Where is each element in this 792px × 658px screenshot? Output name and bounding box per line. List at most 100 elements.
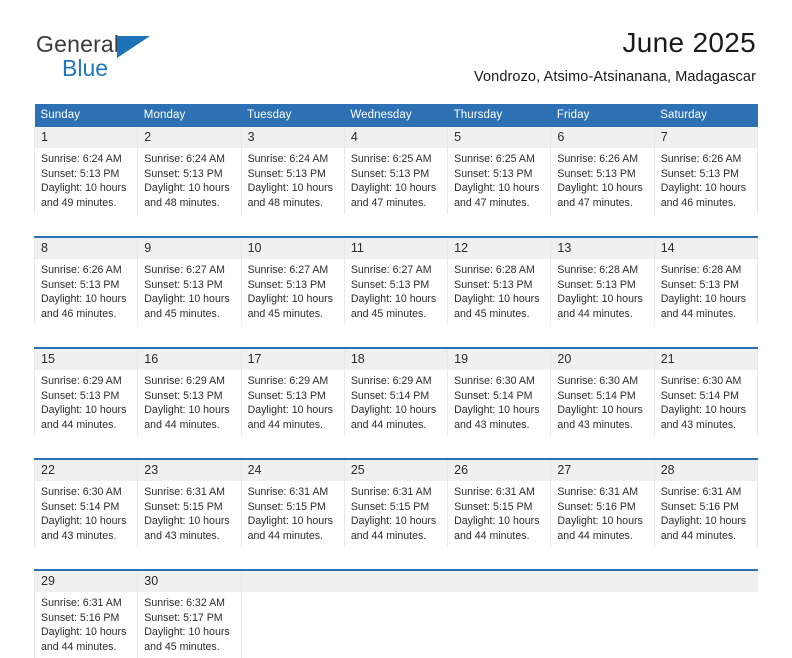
day-number: 22 [35, 460, 138, 481]
sunset-time: Sunset: 5:13 PM [454, 278, 533, 291]
day-details: Sunrise: 6:25 AM Sunset: 5:13 PM Daylight:… [345, 148, 447, 214]
day-number: 15 [35, 349, 138, 370]
calendar-day-cell[interactable]: 1 Sunrise: 6:24 AM Sunset: 5:13 PM Daylight… [33, 127, 139, 214]
week-spacer-cell [34, 214, 758, 237]
day-number: 9 [138, 238, 241, 259]
day-number: 1 [35, 127, 138, 148]
calendar-day-cell[interactable]: 14 Sunrise: 6:28 AM Sunset: 5:13 PM Dayligh… [653, 236, 759, 325]
daylight-duration-line1: Daylight: 10 hours [350, 404, 437, 417]
page-title: June 2025 [622, 27, 756, 58]
calendar-day-cell[interactable]: 11 Sunrise: 6:27 AM Sunset: 5:13 PM Dayligh… [343, 236, 449, 325]
calendar-day-cell[interactable]: 15 Sunrise: 6:29 AM Sunset: 5:13 PM Dayligh… [33, 347, 139, 436]
calendar-day-cell[interactable]: 2 Sunrise: 6:24 AM Sunset: 5:13 PM Daylight… [137, 127, 242, 214]
calendar-day-cell[interactable]: 17 Sunrise: 6:29 AM Sunset: 5:13 PM Dayligh… [240, 347, 345, 436]
sunrise-time: Sunrise: 6:29 AM [144, 375, 225, 387]
day-number: 30 [138, 571, 241, 592]
daylight-duration-line2: and 48 minutes. [144, 196, 220, 209]
day-number: 13 [551, 238, 654, 259]
sunrise-time: Sunrise: 6:29 AM [350, 375, 432, 387]
calendar-day-cell[interactable]: 10 Sunrise: 6:27 AM Sunset: 5:13 PM Dayligh… [240, 236, 345, 325]
daylight-duration-line1: Daylight: 10 hours [144, 404, 230, 417]
day-number [447, 571, 551, 592]
sunset-time: Sunset: 5:13 PM [557, 167, 636, 180]
calendar-day-cell[interactable]: 9 Sunrise: 6:27 AM Sunset: 5:13 PM Daylight… [137, 236, 242, 325]
daylight-duration-line2: and 44 minutes. [247, 418, 323, 431]
daylight-duration-line1: Daylight: 10 hours [350, 515, 437, 528]
calendar-day-cell[interactable]: 28 Sunrise: 6:31 AM Sunset: 5:16 PM Dayligh… [653, 458, 759, 547]
daylight-duration-line2: and 44 minutes. [660, 529, 737, 542]
calendar-day-cell[interactable]: 19 Sunrise: 6:30 AM Sunset: 5:14 PM Dayligh… [447, 347, 552, 436]
day-number: 17 [241, 349, 344, 370]
daylight-duration-line2: and 47 minutes. [350, 196, 427, 209]
calendar-week-row: 1 Sunrise: 6:24 AM Sunset: 5:13 PM Daylight… [33, 127, 759, 214]
calendar-day-cell[interactable]: 27 Sunrise: 6:31 AM Sunset: 5:16 PM Dayligh… [550, 458, 655, 547]
day-details: Sunrise: 6:31 AM Sunset: 5:16 PM Daylight:… [655, 481, 757, 547]
calendar-day-cell[interactable]: 29 Sunrise: 6:31 AM Sunset: 5:16 PM Dayligh… [33, 569, 139, 658]
calendar-day-cell[interactable]: 3 Sunrise: 6:24 AM Sunset: 5:13 PM Daylight… [240, 127, 345, 214]
sunrise-time: Sunrise: 6:26 AM [41, 264, 122, 276]
sunrise-time: Sunrise: 6:25 AM [350, 153, 432, 165]
calendar-day-cell[interactable]: 12 Sunrise: 6:28 AM Sunset: 5:13 PM Dayligh… [447, 236, 552, 325]
calendar-week-row: 22 Sunrise: 6:30 AM Sunset: 5:14 PM Dayligh… [33, 458, 759, 547]
calendar-day-cell[interactable]: 21 Sunrise: 6:30 AM Sunset: 5:14 PM Dayligh… [653, 347, 759, 436]
calendar-day-cell[interactable]: 23 Sunrise: 6:31 AM Sunset: 5:15 PM Dayligh… [137, 458, 242, 547]
sunset-time: Sunset: 5:15 PM [144, 500, 223, 513]
daylight-duration-line1: Daylight: 10 hours [350, 182, 437, 195]
day-number [241, 571, 345, 592]
sunrise-time: Sunrise: 6:26 AM [660, 153, 742, 165]
weekday-header-saturday: Saturday [654, 104, 758, 127]
weekday-header-friday: Friday [550, 104, 655, 127]
day-details: Sunrise: 6:29 AM Sunset: 5:13 PM Daylight:… [138, 370, 240, 436]
daylight-duration-line2: and 43 minutes. [660, 418, 737, 431]
sunrise-time: Sunrise: 6:31 AM [660, 486, 742, 498]
sunrise-time: Sunrise: 6:29 AM [41, 375, 122, 387]
calendar-day-cell[interactable]: 16 Sunrise: 6:29 AM Sunset: 5:13 PM Dayligh… [137, 347, 242, 436]
daylight-duration-line2: and 44 minutes. [350, 529, 427, 542]
calendar-week-row: 8 Sunrise: 6:26 AM Sunset: 5:13 PM Daylight… [33, 236, 759, 325]
calendar-day-cell[interactable]: 13 Sunrise: 6:28 AM Sunset: 5:13 PM Dayligh… [550, 236, 655, 325]
calendar-day-cell[interactable]: 7 Sunrise: 6:26 AM Sunset: 5:13 PM Daylight… [653, 127, 759, 214]
calendar-day-cell[interactable]: 6 Sunrise: 6:26 AM Sunset: 5:13 PM Daylight… [550, 127, 655, 214]
day-number: 11 [344, 238, 448, 259]
sunset-time: Sunset: 5:13 PM [144, 167, 223, 180]
calendar-day-cell[interactable]: 5 Sunrise: 6:25 AM Sunset: 5:13 PM Daylight… [447, 127, 552, 214]
sunset-time: Sunset: 5:14 PM [557, 389, 636, 402]
calendar-day-cell[interactable]: 20 Sunrise: 6:30 AM Sunset: 5:14 PM Dayligh… [550, 347, 655, 436]
day-number: 5 [448, 127, 551, 148]
day-number: 27 [551, 460, 654, 481]
calendar-day-cell[interactable]: 8 Sunrise: 6:26 AM Sunset: 5:13 PM Daylight… [33, 236, 139, 325]
sunset-time: Sunset: 5:14 PM [454, 389, 533, 402]
calendar-day-cell[interactable]: 24 Sunrise: 6:31 AM Sunset: 5:15 PM Dayligh… [240, 458, 345, 547]
weekday-header-monday: Monday [137, 104, 242, 127]
calendar-day-cell[interactable]: 30 Sunrise: 6:32 AM Sunset: 5:17 PM Dayligh… [137, 569, 242, 658]
sunrise-time: Sunrise: 6:27 AM [247, 264, 329, 276]
day-details: Sunrise: 6:30 AM Sunset: 5:14 PM Daylight:… [448, 370, 550, 436]
week-spacer [34, 325, 758, 348]
calendar-day-cell[interactable]: 25 Sunrise: 6:31 AM Sunset: 5:15 PM Dayligh… [343, 458, 449, 547]
day-details: Sunrise: 6:24 AM Sunset: 5:13 PM Daylight:… [242, 148, 344, 214]
sunrise-time: Sunrise: 6:28 AM [660, 264, 742, 276]
calendar-day-cell[interactable]: 18 Sunrise: 6:29 AM Sunset: 5:14 PM Dayligh… [343, 347, 449, 436]
sunset-time: Sunset: 5:14 PM [41, 500, 120, 513]
day-details: Sunrise: 6:30 AM Sunset: 5:14 PM Daylight:… [35, 481, 137, 547]
sunset-time: Sunset: 5:13 PM [454, 167, 533, 180]
day-details: Sunrise: 6:31 AM Sunset: 5:15 PM Daylight:… [242, 481, 344, 547]
day-number: 10 [241, 238, 344, 259]
logo-text-general: General [36, 31, 120, 57]
daylight-duration-line1: Daylight: 10 hours [144, 626, 230, 639]
general-blue-logo[interactable]: General Blue [36, 32, 206, 84]
sunrise-time: Sunrise: 6:24 AM [247, 153, 329, 165]
calendar-day-cell[interactable]: 4 Sunrise: 6:25 AM Sunset: 5:13 PM Daylight… [343, 127, 449, 214]
calendar-week-row: 15 Sunrise: 6:29 AM Sunset: 5:13 PM Dayligh… [33, 347, 759, 436]
daylight-duration-line2: and 45 minutes. [350, 307, 427, 320]
calendar-day-cell[interactable]: 22 Sunrise: 6:30 AM Sunset: 5:14 PM Dayligh… [33, 458, 139, 547]
day-number: 25 [344, 460, 448, 481]
calendar-day-cell[interactable]: 26 Sunrise: 6:31 AM Sunset: 5:15 PM Dayligh… [447, 458, 552, 547]
day-details: Sunrise: 6:29 AM Sunset: 5:14 PM Daylight:… [345, 370, 447, 436]
day-number: 4 [344, 127, 448, 148]
day-number: 26 [448, 460, 551, 481]
day-details: Sunrise: 6:26 AM Sunset: 5:13 PM Daylight:… [551, 148, 653, 214]
sunrise-time: Sunrise: 6:27 AM [144, 264, 225, 276]
day-details [242, 592, 345, 658]
day-number: 12 [448, 238, 551, 259]
